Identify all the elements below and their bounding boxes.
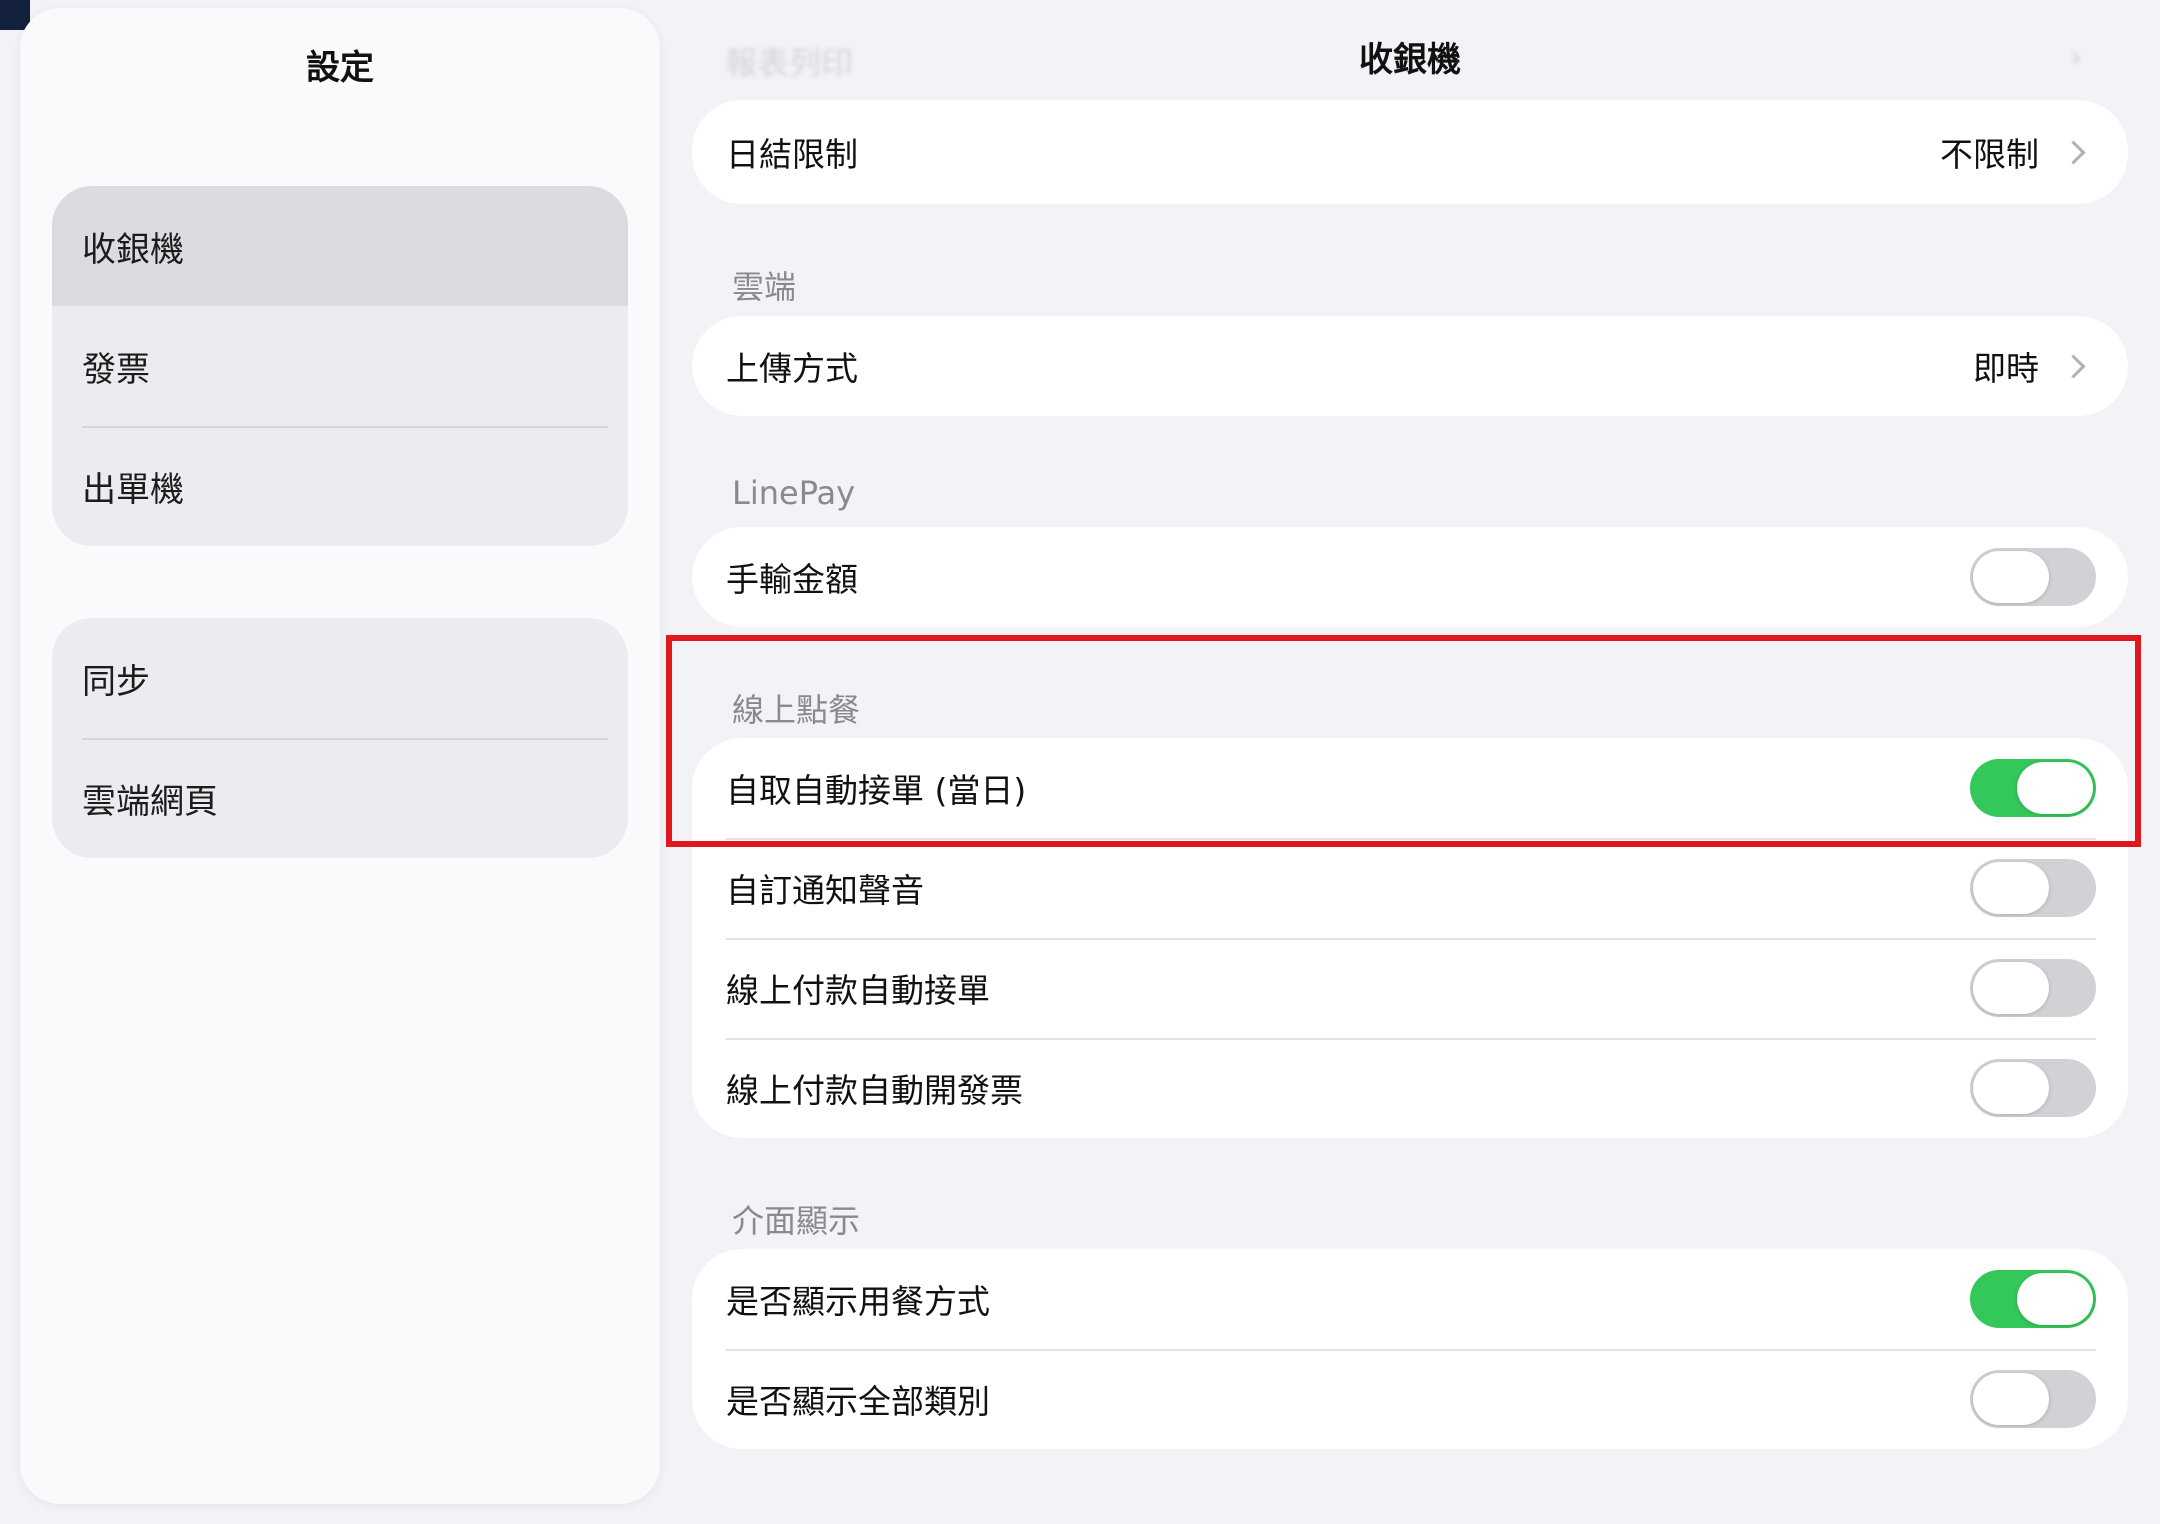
pickup-auto-accept-toggle[interactable] bbox=[1970, 759, 2096, 817]
sidebar-group-sync: 同步 雲端網頁 bbox=[52, 618, 628, 858]
sidebar-item-label: 雲端網頁 bbox=[82, 781, 218, 822]
online-payment-accept-toggle[interactable] bbox=[1970, 959, 2096, 1017]
row-upload-mode[interactable]: 上傳方式 即時 bbox=[692, 316, 2128, 416]
faded-chevron-icon: › bbox=[2070, 40, 2082, 75]
sidebar-item-invoice[interactable]: 發票 bbox=[52, 306, 628, 426]
faded-row-label: 報表列印 bbox=[725, 44, 854, 82]
row-label: 日結限制 bbox=[726, 135, 858, 174]
card-linepay: 手輸金額 bbox=[692, 527, 2128, 627]
custom-sound-toggle[interactable] bbox=[1970, 859, 2096, 917]
show-dining-method-toggle[interactable] bbox=[1970, 1270, 2096, 1328]
page-title: 收銀機 bbox=[1359, 40, 1461, 80]
card-cloud: 上傳方式 即時 bbox=[692, 316, 2128, 416]
section-header-display: 介面顯示 bbox=[732, 1202, 861, 1240]
row-custom-notification-sound: 自訂通知聲音 bbox=[692, 838, 2128, 938]
section-header-linepay: LinePay bbox=[732, 474, 856, 512]
row-label: 手輸金額 bbox=[726, 560, 858, 599]
sidebar-title: 設定 bbox=[306, 48, 374, 88]
settings-sidebar: 設定 收銀機 發票 出單機 同步 雲端網頁 bbox=[20, 8, 660, 1504]
row-manual-amount: 手輸金額 bbox=[692, 527, 2128, 627]
row-label: 是否顯示用餐方式 bbox=[726, 1282, 990, 1321]
row-value: 不限制 bbox=[1940, 135, 2039, 174]
sidebar-item-label: 出單機 bbox=[82, 469, 184, 510]
row-label: 線上付款自動開發票 bbox=[726, 1071, 1023, 1110]
section-header-online-order: 線上點餐 bbox=[732, 691, 861, 729]
row-show-all-categories: 是否顯示全部類別 bbox=[692, 1349, 2128, 1449]
card-daily-close: 日結限制 不限制 bbox=[692, 100, 2128, 204]
section-header-cloud: 雲端 bbox=[732, 268, 797, 306]
row-online-payment-auto-accept: 線上付款自動接單 bbox=[692, 938, 2128, 1038]
manual-amount-toggle[interactable] bbox=[1970, 548, 2096, 606]
card-display: 是否顯示用餐方式 是否顯示全部類別 bbox=[692, 1249, 2128, 1449]
online-payment-invoice-toggle[interactable] bbox=[1970, 1059, 2096, 1117]
sidebar-item-label: 同步 bbox=[82, 661, 150, 702]
show-all-categories-toggle[interactable] bbox=[1970, 1370, 2096, 1428]
sidebar-item-cloud-web[interactable]: 雲端網頁 bbox=[52, 738, 628, 858]
row-online-payment-auto-invoice: 線上付款自動開發票 bbox=[692, 1038, 2128, 1138]
sidebar-item-cash-register[interactable]: 收銀機 bbox=[52, 186, 628, 306]
sidebar-item-label: 收銀機 bbox=[82, 229, 184, 270]
sidebar-item-printer[interactable]: 出單機 bbox=[52, 426, 628, 546]
row-label: 自訂通知聲音 bbox=[726, 871, 924, 910]
row-label: 上傳方式 bbox=[726, 349, 858, 388]
row-pickup-auto-accept: 自取自動接單 (當日) bbox=[692, 738, 2128, 838]
row-value: 即時 bbox=[1973, 349, 2039, 388]
sidebar-item-sync[interactable]: 同步 bbox=[52, 618, 628, 738]
sidebar-group-devices: 收銀機 發票 出單機 bbox=[52, 186, 628, 546]
row-label: 自取自動接單 (當日) bbox=[726, 771, 1027, 810]
row-show-dining-method: 是否顯示用餐方式 bbox=[692, 1249, 2128, 1349]
chevron-right-icon bbox=[2061, 139, 2086, 165]
sidebar-item-label: 發票 bbox=[82, 349, 150, 390]
chevron-right-icon bbox=[2061, 353, 2086, 379]
card-online-order: 自取自動接單 (當日) 自訂通知聲音 線上付款自動接單 線上付款自動開發票 bbox=[692, 738, 2128, 1138]
row-daily-close[interactable]: 日結限制 不限制 bbox=[692, 100, 2128, 204]
row-label: 線上付款自動接單 bbox=[726, 971, 990, 1010]
row-label: 是否顯示全部類別 bbox=[726, 1382, 990, 1421]
